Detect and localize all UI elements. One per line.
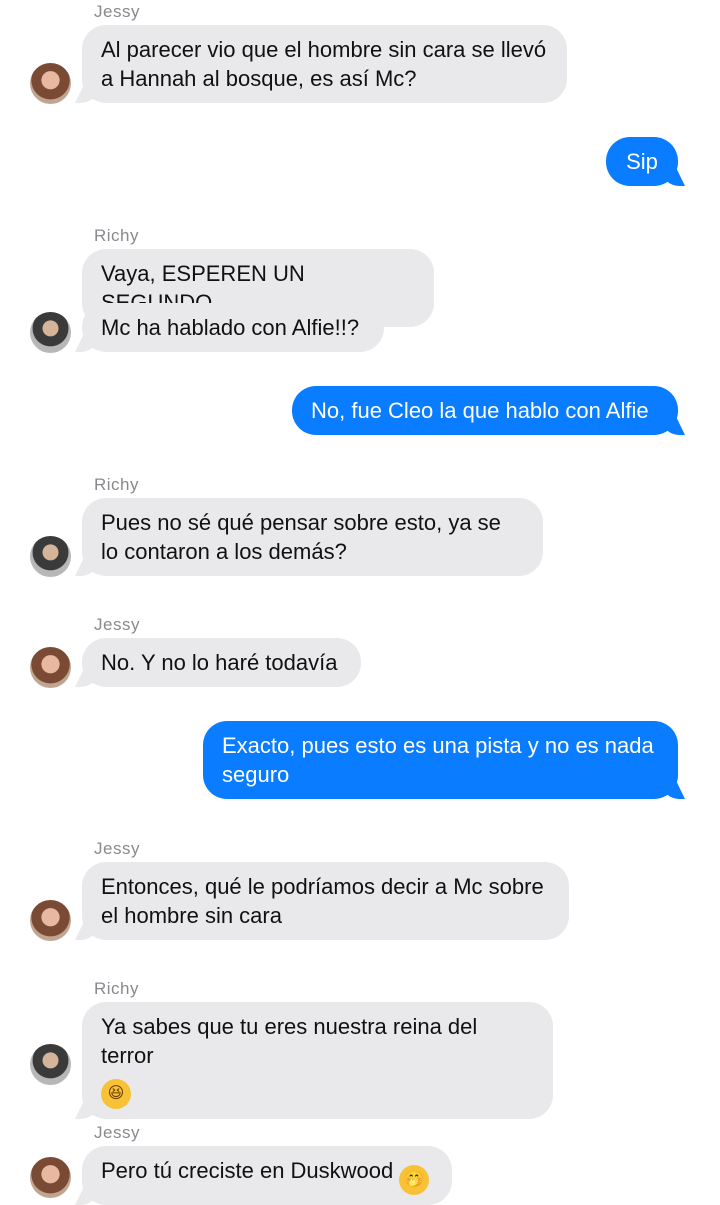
incoming-message-bubble[interactable]: Ya sabes que tu eres nuestra reina del t…: [82, 1002, 553, 1119]
message-text: Al parecer vio que el hombre sin cara se…: [101, 37, 547, 91]
message-text: Entonces, qué le podríamos decir a Mc so…: [101, 874, 544, 928]
richy-avatar[interactable]: [30, 536, 71, 577]
face-with-hand-over-mouth-emoji: 🤭: [399, 1165, 430, 1195]
jessy-avatar[interactable]: [30, 647, 71, 688]
incoming-message-bubble[interactable]: No. Y no lo haré todavía: [82, 638, 361, 687]
incoming-message-bubble[interactable]: Al parecer vio que el hombre sin cara se…: [82, 25, 567, 103]
message-text: No, fue Cleo la que hablo con Alfie: [311, 398, 649, 423]
incoming-message-bubble[interactable]: Pero tú creciste en Duskwood 🤭: [82, 1146, 452, 1205]
incoming-message-bubble[interactable]: Mc ha hablado con Alfie!!?: [82, 303, 384, 352]
outgoing-message-bubble[interactable]: Exacto, pues esto es una pista y no es n…: [203, 721, 678, 799]
sender-label-jessy: Jessy: [94, 2, 140, 21]
jessy-avatar[interactable]: [30, 900, 71, 941]
sender-label-jessy: Jessy: [94, 1123, 140, 1142]
richy-avatar[interactable]: [30, 1044, 71, 1085]
grinning-squinting-face-emoji: 😆: [101, 1079, 131, 1109]
message-text: Exacto, pues esto es una pista y no es n…: [222, 733, 654, 787]
incoming-message-bubble[interactable]: Entonces, qué le podríamos decir a Mc so…: [82, 862, 569, 940]
message-text: Pues no sé qué pensar sobre esto, ya se …: [101, 510, 501, 564]
jessy-avatar[interactable]: [30, 1157, 71, 1198]
sender-label-richy: Richy: [94, 979, 140, 998]
incoming-message-bubble[interactable]: Pues no sé qué pensar sobre esto, ya se …: [82, 498, 543, 576]
outgoing-message-bubble[interactable]: Sip: [606, 137, 678, 186]
jessy-avatar[interactable]: [30, 63, 71, 104]
sender-label-jessy: Jessy: [94, 615, 140, 634]
message-text: Mc ha hablado con Alfie!!?: [101, 315, 360, 340]
sender-label-richy: Richy: [94, 475, 140, 494]
richy-avatar[interactable]: [30, 312, 71, 353]
message-text: Ya sabes que tu eres nuestra reina del t…: [101, 1014, 478, 1068]
sender-label-jessy: Jessy: [94, 839, 140, 858]
message-text: Sip: [626, 149, 658, 174]
sender-label-richy: Richy: [94, 226, 140, 245]
outgoing-message-bubble[interactable]: No, fue Cleo la que hablo con Alfie: [292, 386, 678, 435]
message-text: Pero tú creciste en Duskwood: [101, 1158, 394, 1183]
message-text: No. Y no lo haré todavía: [101, 650, 338, 675]
